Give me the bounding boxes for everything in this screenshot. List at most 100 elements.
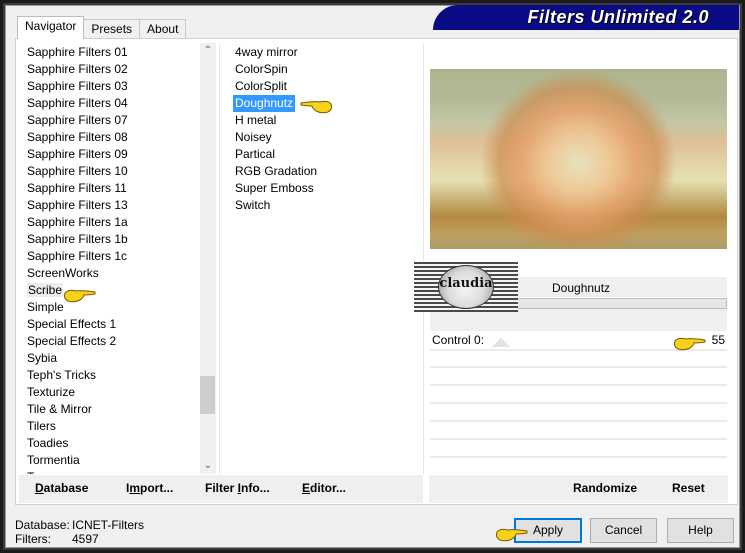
category-item[interactable]: Sapphire Filters 07 <box>27 112 197 129</box>
filter-item[interactable]: 4way mirror <box>233 44 413 61</box>
category-item-label: Sapphire Filters 02 <box>27 62 128 76</box>
scrollbar-thumb[interactable] <box>200 376 215 414</box>
category-item[interactable]: Sapphire Filters 01 <box>27 44 197 61</box>
filter-item-label: ColorSplit <box>235 79 288 93</box>
category-item-label: Sapphire Filters 1c <box>27 249 128 263</box>
category-item[interactable]: Sapphire Filters 1a <box>27 214 197 231</box>
filter-item-label: 4way mirror <box>235 45 298 59</box>
status-database: Database: ICNET-Filters <box>15 518 144 532</box>
slider-thumb[interactable] <box>492 338 510 347</box>
pointing-hand-icon <box>673 337 706 351</box>
filter-item[interactable]: Noisey <box>233 129 413 146</box>
category-item-label: Sapphire Filters 01 <box>27 45 128 59</box>
filter-item-label: Switch <box>235 198 271 212</box>
category-item-label: Tilers <box>27 419 56 433</box>
category-item-label: T... <box>27 470 43 474</box>
tab-about[interactable]: About <box>139 19 187 39</box>
category-item[interactable]: Sapphire Filters 09 <box>27 146 197 163</box>
category-item[interactable]: Tile & Mirror <box>27 401 197 418</box>
import-button[interactable]: Import... <box>126 481 173 495</box>
chevron-down-icon[interactable]: ⌄ <box>200 458 216 474</box>
category-item[interactable]: Sapphire Filters 11 <box>27 180 197 197</box>
filters-label: Filters: <box>15 532 51 546</box>
list-divider <box>219 43 220 474</box>
category-item-label: Sapphire Filters 11 <box>27 181 127 195</box>
category-item-label: Sapphire Filters 07 <box>27 113 128 127</box>
category-item[interactable]: Sapphire Filters 13 <box>27 197 197 214</box>
database-button[interactable]: Database <box>35 481 88 495</box>
pointing-hand-icon <box>63 289 96 303</box>
filter-item[interactable]: Switch <box>233 197 413 214</box>
filters-count: 4597 <box>72 532 99 546</box>
category-item-label: Simple <box>27 300 64 314</box>
controls-header <box>430 309 727 331</box>
category-item[interactable]: Special Effects 1 <box>27 316 197 333</box>
control-separator <box>430 420 727 422</box>
category-item-label: Sapphire Filters 10 <box>27 164 128 178</box>
randomize-button[interactable]: Randomize <box>573 481 637 495</box>
category-scrollbar[interactable]: ⌃ ⌄ <box>200 43 216 474</box>
category-item[interactable]: Simple <box>27 299 197 316</box>
filter-item-label: Super Emboss <box>235 181 314 195</box>
category-item[interactable]: Tilers <box>27 418 197 435</box>
filter-item-label: ColorSpin <box>235 62 288 76</box>
filter-item-label: Partical <box>235 147 276 161</box>
category-item[interactable]: ScreenWorks <box>27 265 197 282</box>
filter-name-label: Doughnutz <box>552 281 611 295</box>
filter-item[interactable]: RGB Gradation <box>233 163 413 180</box>
filter-info-button[interactable]: Filter Info... <box>205 481 270 495</box>
list-divider <box>423 43 424 474</box>
reset-button[interactable]: Reset <box>672 481 705 495</box>
editor-button[interactable]: Editor... <box>302 481 346 495</box>
category-item[interactable]: Sapphire Filters 1c <box>27 248 197 265</box>
logo-emblem: claudia <box>438 265 494 309</box>
category-item-label: Special Effects 2 <box>27 334 117 348</box>
category-item-label: Tile & Mirror <box>27 402 92 416</box>
category-list[interactable]: Sapphire Filters 01 Sapphire Filters 02 Sa… <box>27 44 197 474</box>
category-item-label: Sapphire Filters 08 <box>27 130 128 144</box>
category-item[interactable]: Sapphire Filters 02 <box>27 61 197 78</box>
category-item-label: Sapphire Filters 09 <box>27 147 128 161</box>
category-item-label: Toadies <box>27 436 69 450</box>
filter-list[interactable]: 4way mirror ColorSpin ColorSplit Doughnutz H… <box>233 44 413 214</box>
filter-item[interactable]: Partical <box>233 146 413 163</box>
category-item-label: Sapphire Filters 03 <box>27 79 128 93</box>
watermark-logo: claudia <box>414 262 518 312</box>
category-item[interactable]: Special Effects 2 <box>27 333 197 350</box>
category-item[interactable]: Tormentia <box>27 452 197 469</box>
category-item[interactable]: T... <box>27 469 197 474</box>
category-item-label: Sybia <box>27 351 58 365</box>
database-value: ICNET-Filters <box>72 518 144 532</box>
category-item[interactable]: Scribe <box>27 282 197 299</box>
tab-presets[interactable]: Presets <box>83 19 141 39</box>
category-item[interactable]: Sapphire Filters 08 <box>27 129 197 146</box>
control-0-value: 55 <box>711 333 725 347</box>
control-separator <box>430 456 727 458</box>
category-item[interactable]: Sapphire Filters 03 <box>27 78 197 95</box>
help-button[interactable]: Help <box>667 518 734 543</box>
category-item[interactable]: Sybia <box>27 350 197 367</box>
tab-navigator[interactable]: Navigator <box>17 16 85 39</box>
database-label: Database: <box>15 518 70 532</box>
category-item-label: Teph's Tricks <box>27 368 96 382</box>
category-item[interactable]: Sapphire Filters 10 <box>27 163 197 180</box>
filter-item[interactable]: ColorSpin <box>233 61 413 78</box>
control-separator <box>430 402 727 404</box>
filter-item[interactable]: Super Emboss <box>233 180 413 197</box>
category-item[interactable]: Sapphire Filters 1b <box>27 231 197 248</box>
category-item[interactable]: Teph's Tricks <box>27 367 197 384</box>
cancel-button[interactable]: Cancel <box>590 518 657 543</box>
filter-item[interactable]: ColorSplit <box>233 78 413 95</box>
category-item-label: Scribe <box>27 283 64 297</box>
category-item-label: Sapphire Filters 13 <box>27 198 128 212</box>
filter-item-label: RGB Gradation <box>235 164 318 178</box>
title-banner: Filters Unlimited 2.0 <box>433 5 739 30</box>
category-item[interactable]: Texturize <box>27 384 197 401</box>
control-separator <box>430 438 727 440</box>
category-item[interactable]: Sapphire Filters 04 <box>27 95 197 112</box>
chevron-up-icon[interactable]: ⌃ <box>200 43 216 59</box>
category-item[interactable]: Toadies <box>27 435 197 452</box>
category-item-label: Sapphire Filters 1b <box>27 232 128 246</box>
category-item-label: ScreenWorks <box>27 266 99 280</box>
preview-image <box>430 69 727 249</box>
